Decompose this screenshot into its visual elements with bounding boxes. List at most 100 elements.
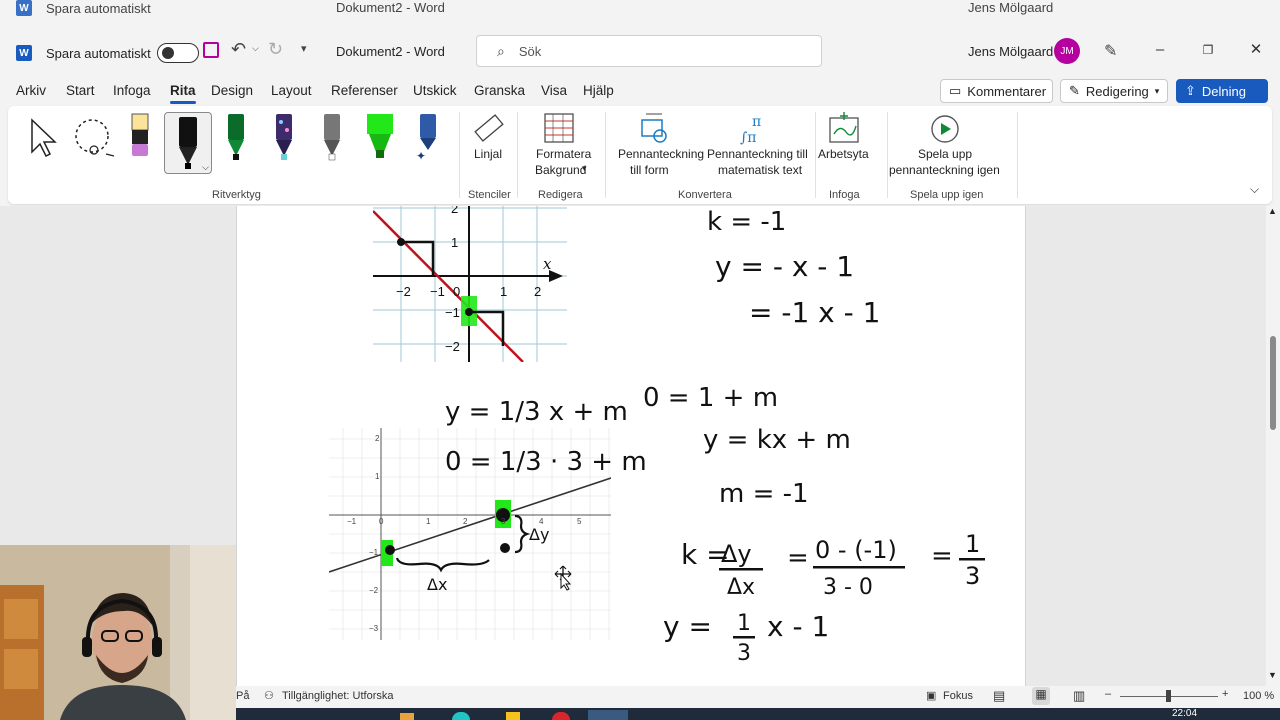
ink-to-shape-label-2[interactable]: till form xyxy=(630,163,669,178)
scroll-up-icon[interactable]: ▲ xyxy=(1268,206,1277,216)
replay-label-1[interactable]: Spela upp xyxy=(918,147,972,162)
autosave-toggle[interactable] xyxy=(156,43,199,63)
save-icon[interactable] xyxy=(203,42,219,58)
ink-to-math-icon[interactable]: π ∫π xyxy=(738,112,774,146)
read-mode-icon[interactable]: ▤ xyxy=(993,688,1005,704)
ruler-icon[interactable] xyxy=(472,112,504,146)
ink-to-shape-label-1[interactable]: Pennanteckning xyxy=(618,147,704,162)
collapse-ribbon-icon[interactable]: ⌵ xyxy=(1250,182,1259,197)
tab-layout[interactable]: Layout xyxy=(271,83,312,98)
tab-arkiv[interactable]: Arkiv xyxy=(16,83,46,98)
format-bg-label-1[interactable]: Formatera xyxy=(536,147,591,162)
ink-y-third: y = 1/3 x + m xyxy=(445,397,628,427)
taskbar-app-icon[interactable] xyxy=(400,713,414,720)
ink-k-result-num: 1 xyxy=(965,530,980,558)
replay-label-2[interactable]: pennanteckning igen xyxy=(889,163,1000,178)
tab-infoga[interactable]: Infoga xyxy=(113,83,151,98)
eraser-icon[interactable] xyxy=(130,112,150,160)
autosave-label-ghost: Spara automatiskt xyxy=(46,0,151,16)
pen-green-icon[interactable] xyxy=(222,112,250,162)
scrollbar-thumb[interactable] xyxy=(1270,336,1276,430)
highlighter-green-icon[interactable] xyxy=(364,112,396,162)
tab-visa[interactable]: Visa xyxy=(541,83,567,98)
accessibility-icon[interactable]: ⚇ xyxy=(264,689,274,702)
zoom-slider-thumb[interactable] xyxy=(1166,690,1171,702)
format-bg-label-2[interactable]: Bakgrund xyxy=(535,163,586,178)
webcam-overlay xyxy=(0,545,236,720)
pen-sparkle-icon[interactable]: ✎ xyxy=(1104,41,1117,61)
action-pen-icon[interactable]: ✦ xyxy=(412,112,444,162)
group-label-replay: Spela upp igen xyxy=(910,189,984,201)
ink-eq-symbol-1: = xyxy=(787,543,809,573)
ink-k-frac-den: Δx xyxy=(727,575,755,600)
ghost-titlebar: W Spara automatiskt Dokument2 - Word Jen… xyxy=(0,0,1280,34)
taskbar-app-icon[interactable] xyxy=(452,712,470,720)
taskbar-app-icon[interactable] xyxy=(552,712,570,720)
svg-text:π: π xyxy=(752,114,761,130)
pen-gray-icon[interactable] xyxy=(318,112,346,162)
pen-dropdown-icon[interactable]: ⌵ xyxy=(202,162,209,173)
tab-referenser[interactable]: Referenser xyxy=(331,83,398,98)
zoom-slider[interactable] xyxy=(1120,690,1218,702)
undo-icon[interactable]: ↶ xyxy=(231,39,246,60)
minimize-icon[interactable]: – xyxy=(1150,40,1170,60)
ribbon-panel: ⌵ ✦ Linjal Formatera Bakgrund ▾ Pennante… xyxy=(8,106,1272,204)
focus-label[interactable]: Fokus xyxy=(943,690,973,702)
lasso-select-icon[interactable] xyxy=(72,116,116,160)
comments-label: Kommentarer xyxy=(967,83,1047,99)
zoom-level[interactable]: 100 % xyxy=(1243,690,1274,702)
ink-to-math-label-2[interactable]: matematisk text xyxy=(718,163,802,178)
print-layout-icon[interactable]: ▦ xyxy=(1032,687,1050,705)
redo-icon[interactable]: ↻ xyxy=(268,39,283,60)
restore-icon[interactable]: ❐ xyxy=(1198,40,1218,60)
tab-design[interactable]: Design xyxy=(211,83,253,98)
tab-rita[interactable]: Rita xyxy=(170,83,196,104)
canvas-label[interactable]: Arbetsyta xyxy=(818,147,869,162)
accessibility-label[interactable]: Tillgänglighet: Utforska xyxy=(282,690,393,702)
pen-black-selected[interactable]: ⌵ xyxy=(164,112,212,174)
drawing-canvas-icon[interactable] xyxy=(828,112,860,146)
tab-utskick[interactable]: Utskick xyxy=(413,83,457,98)
tab-granska[interactable]: Granska xyxy=(474,83,525,98)
vertical-scrollbar[interactable]: ▲ ▼ xyxy=(1266,206,1280,686)
customize-qat-icon[interactable]: ▾ xyxy=(301,42,307,55)
web-layout-icon[interactable]: ▥ xyxy=(1073,688,1085,704)
search-box[interactable]: ⌕ Sök xyxy=(476,35,822,67)
share-button[interactable]: ⇪ Delning xyxy=(1176,79,1268,103)
ink-k-frac2-num: 0 - (-1) xyxy=(815,536,897,564)
editing-button[interactable]: ✎ Redigering ▾ xyxy=(1060,79,1168,103)
zoom-out-icon[interactable]: – xyxy=(1105,688,1111,700)
ink-to-math-label-1[interactable]: Pennanteckning till xyxy=(707,147,808,162)
status-page-text[interactable]: På xyxy=(236,690,249,702)
ink-k-result-den: 3 xyxy=(965,562,980,590)
select-cursor-icon[interactable] xyxy=(28,118,58,158)
scroll-down-icon[interactable]: ▼ xyxy=(1268,670,1277,680)
taskbar-word-icon[interactable] xyxy=(588,710,628,720)
user-name-ghost: Jens Mölgaard xyxy=(968,0,1054,15)
ruler-label[interactable]: Linjal xyxy=(474,147,502,162)
zoom-in-icon[interactable]: + xyxy=(1222,688,1228,700)
format-bg-dropdown-icon[interactable]: ▾ xyxy=(582,163,587,174)
taskbar-clock: 22:04 xyxy=(1172,708,1198,719)
format-background-icon[interactable] xyxy=(543,112,575,146)
ink-to-shape-icon[interactable] xyxy=(636,112,672,146)
focus-icon[interactable]: ▣ xyxy=(926,689,936,702)
tab-hjalp[interactable]: Hjälp xyxy=(583,83,614,98)
ink-replay-icon[interactable] xyxy=(928,112,962,146)
taskbar-app-icon[interactable] xyxy=(506,712,520,720)
ink-eq-symbol-2: = xyxy=(931,541,953,571)
share-label: Delning xyxy=(1201,83,1246,99)
tab-start[interactable]: Start xyxy=(66,83,95,98)
svg-text:∫π: ∫π xyxy=(740,130,757,146)
ink-zero-eq: 0 = 1/3 · 3 + m xyxy=(445,447,647,477)
close-icon[interactable]: ✕ xyxy=(1246,40,1266,60)
title-bar: W Spara automatiskt ↶ ⌵ ↻ ▾ Dokument2 - … xyxy=(0,34,1280,70)
ink-final-rhs: x - 1 xyxy=(767,610,829,643)
pen-galaxy-icon[interactable] xyxy=(270,112,298,162)
comments-button[interactable]: ▭ Kommentarer xyxy=(940,79,1053,103)
ink-final-lhs: y = xyxy=(663,610,712,643)
avatar[interactable]: JM xyxy=(1054,38,1080,64)
svg-text:✦: ✦ xyxy=(416,149,426,162)
undo-dropdown-icon[interactable]: ⌵ xyxy=(252,43,259,54)
document-page[interactable]: −2 −1 0 1 2 2 1 −1 −2 x −1 0 1 2 3 4 5 2… xyxy=(236,206,1026,686)
